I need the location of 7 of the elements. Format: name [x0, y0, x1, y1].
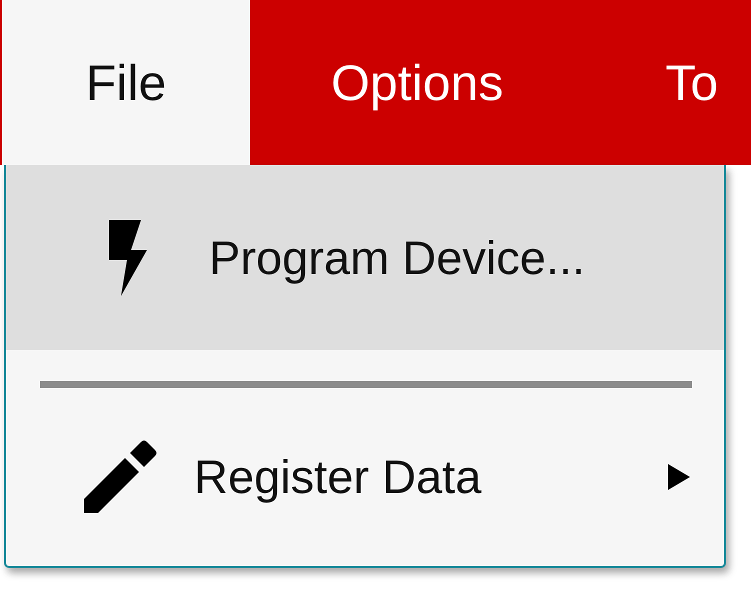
pencil-icon [84, 439, 158, 513]
menu-tab[interactable]: File [0, 0, 250, 165]
menu-tab[interactable]: Options [250, 0, 584, 165]
menu-tab[interactable]: To [584, 0, 718, 165]
menu-item[interactable]: Register Data [6, 388, 724, 564]
lightning-bolt-icon [107, 220, 147, 296]
menu-item[interactable]: Program Device... [6, 165, 724, 350]
